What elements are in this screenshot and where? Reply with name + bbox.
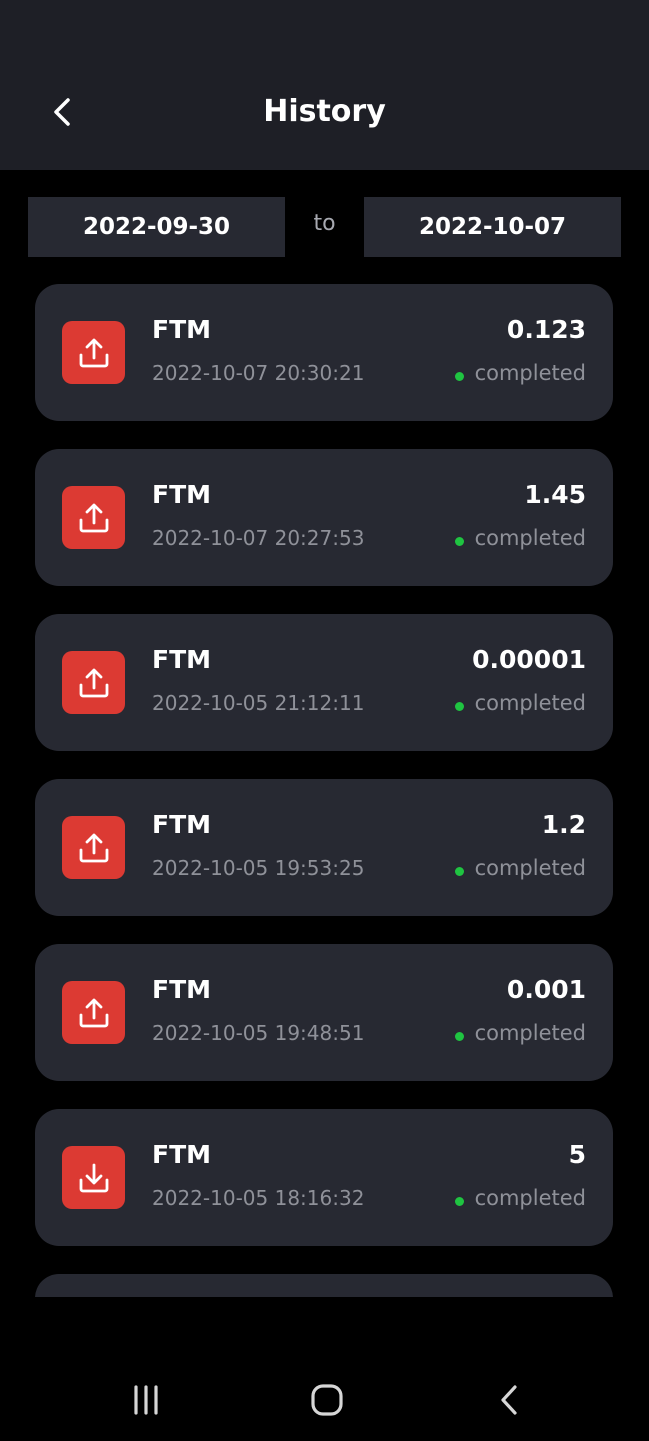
system-back-icon [501, 1385, 517, 1415]
transaction-amount: 5 [568, 1140, 586, 1169]
transaction-status: completed [454, 524, 586, 552]
recent-apps-icon [134, 1385, 158, 1415]
transaction-type-badge [62, 321, 125, 384]
system-back-button[interactable] [474, 1370, 544, 1430]
status-dot-icon [454, 866, 464, 876]
transaction-list[interactable]: FTM 2022-10-07 20:30:21 0.123 completed … [0, 270, 649, 1297]
transaction-amount: 1.45 [524, 480, 586, 509]
date-to-field[interactable]: 2022-10-07 [364, 197, 621, 257]
status-label: completed [474, 1021, 586, 1045]
status-dot-icon [454, 701, 464, 711]
transaction-card[interactable]: FTM 2022-10-07 20:27:53 1.45 completed [35, 449, 613, 586]
transaction-asset: FTM [152, 975, 212, 1004]
status-label: completed [474, 691, 586, 715]
date-from-field[interactable]: 2022-09-30 [28, 197, 285, 257]
status-label: completed [474, 1186, 586, 1210]
transaction-amount: 0.001 [506, 975, 586, 1004]
transaction-time: 2022-10-05 21:12:11 [152, 691, 365, 715]
transaction-amount: 0.123 [506, 315, 586, 344]
transaction-time: 2022-10-05 19:53:25 [152, 856, 365, 880]
recent-apps-button[interactable] [111, 1370, 181, 1430]
transaction-type-badge [62, 816, 125, 879]
transaction-time: 2022-10-07 20:30:21 [152, 361, 365, 385]
transaction-status: completed [454, 359, 586, 387]
transaction-time: 2022-10-07 20:27:53 [152, 526, 365, 550]
transaction-status: completed [454, 854, 586, 882]
upload-icon [79, 338, 108, 367]
upload-icon [79, 833, 108, 862]
transaction-asset: FTM [152, 1140, 212, 1169]
transaction-status: completed [454, 1184, 586, 1212]
transaction-amount: 0.00001 [472, 645, 586, 674]
transaction-status: completed [454, 1019, 586, 1047]
transaction-time: 2022-10-05 19:48:51 [152, 1021, 365, 1045]
transaction-amount: 1.2 [541, 810, 586, 839]
transaction-asset: FTM [152, 480, 212, 509]
upload-icon [79, 668, 108, 697]
transaction-card[interactable]: FTM 2022-10-05 19:53:25 1.2 completed [35, 779, 613, 916]
transaction-card-partial[interactable] [35, 1274, 613, 1297]
transaction-card[interactable]: FTM 2022-10-05 19:48:51 0.001 completed [35, 944, 613, 1081]
transaction-type-badge [62, 651, 125, 714]
status-dot-icon [454, 1196, 464, 1206]
status-label: completed [474, 361, 586, 385]
transaction-type-badge [62, 486, 125, 549]
transaction-type-badge [62, 1146, 125, 1209]
transaction-status: completed [454, 689, 586, 717]
status-label: completed [474, 526, 586, 550]
transaction-card[interactable]: FTM 2022-10-05 21:12:11 0.00001 complete… [35, 614, 613, 751]
transaction-asset: FTM [152, 810, 212, 839]
app-header: History [0, 0, 649, 170]
transaction-card[interactable]: FTM 2022-10-05 18:16:32 5 completed [35, 1109, 613, 1246]
status-label: completed [474, 856, 586, 880]
status-dot-icon [454, 536, 464, 546]
transaction-time: 2022-10-05 18:16:32 [152, 1186, 365, 1210]
transaction-asset: FTM [152, 315, 212, 344]
download-icon [79, 1163, 108, 1192]
system-navigation-bar [0, 1360, 649, 1441]
date-range-separator: to [313, 211, 336, 236]
upload-icon [79, 503, 108, 532]
transaction-card[interactable]: FTM 2022-10-07 20:30:21 0.123 completed [35, 284, 613, 421]
transaction-type-badge [62, 981, 125, 1044]
home-icon [311, 1384, 343, 1416]
status-dot-icon [454, 1031, 464, 1041]
transaction-asset: FTM [152, 645, 212, 674]
home-button[interactable] [292, 1370, 362, 1430]
upload-icon [79, 998, 108, 1027]
page-title: History [263, 94, 386, 129]
status-dot-icon [454, 371, 464, 381]
